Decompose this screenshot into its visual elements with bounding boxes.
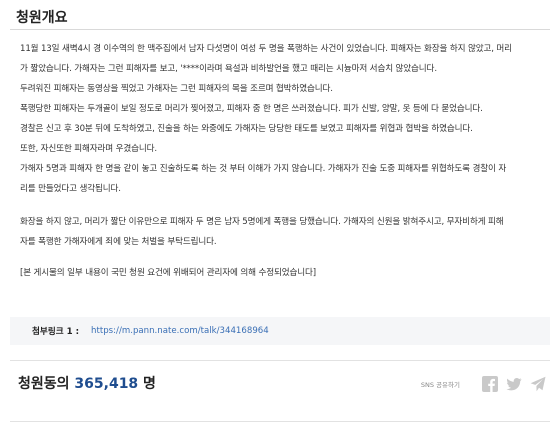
body-line: 또한, 자신또한 피해자라며 우겼습니다. (20, 144, 158, 154)
signature-prefix: 청원동의 (18, 376, 70, 392)
section-title: 청원개요 (16, 10, 68, 26)
signature-count: 청원동의 365,418 명 (18, 373, 156, 393)
body-line: 폭행당한 피해자는 두개골이 보일 정도로 머리가 찢어졌고, 피해자 중 한 … (20, 104, 483, 114)
bottom-divider (10, 421, 550, 422)
body-line: 가해자 5명과 피해자 한 명을 같이 놓고 진술하도록 하는 것 부터 이해가… (20, 164, 507, 174)
facebook-icon[interactable] (482, 376, 498, 392)
twitter-icon[interactable] (506, 376, 522, 392)
attachment-label: 첨부링크 1 : (32, 327, 80, 337)
signature-unit: 명 (143, 376, 156, 392)
petition-page: 청원개요 11월 13일 새벽4시 경 이수역의 한 맥주집에서 남자 다섯명이… (0, 0, 560, 426)
body-line: 11월 13일 새벽4시 경 이수역의 한 맥주집에서 남자 다섯명이 여성 두… (20, 44, 512, 54)
body-line: 가 짧았습니다. 가해자는 그런 피해자를 보고, '****이라며 욕설과 비… (20, 64, 437, 74)
sns-share-label: SNS 공유하기 (420, 381, 460, 389)
body-line: 리를 만들었다고 생각됩니다. (20, 184, 121, 194)
body-line: 두려워진 피해자는 동영상을 찍었고 가해자는 그런 피해자의 목을 조르며 협… (20, 84, 333, 94)
body-line: 화장을 하지 않고, 머리가 짧단 이유만으로 피해자 두 명은 남자 5명에게… (20, 217, 504, 227)
body-line: 자를 폭행한 가해자에게 죄에 맞는 처벌을 부탁드립니다. (20, 237, 217, 247)
body-line: 경찰은 신고 후 30분 뒤에 도착하였고, 진술을 하는 와중에도 가해자는 … (20, 124, 473, 134)
attachment-bar: 첨부링크 1 : https://m.pann.nate.com/talk/34… (10, 317, 550, 345)
sns-share: SNS 공유하기 (421, 376, 546, 392)
section-divider (10, 360, 550, 361)
title-divider (10, 29, 550, 30)
petition-body: 11월 13일 새벽4시 경 이수역의 한 맥주집에서 남자 다섯명이 여성 두… (20, 39, 550, 283)
admin-notice: [본 게시물의 일부 내용이 국민 청원 요건에 위배되어 관리자에 의해 수정… (20, 268, 316, 278)
attachment-link[interactable]: https://m.pann.nate.com/talk/344168964 (91, 326, 269, 336)
signature-number: 365,418 (74, 376, 139, 392)
send-icon[interactable] (530, 376, 546, 392)
